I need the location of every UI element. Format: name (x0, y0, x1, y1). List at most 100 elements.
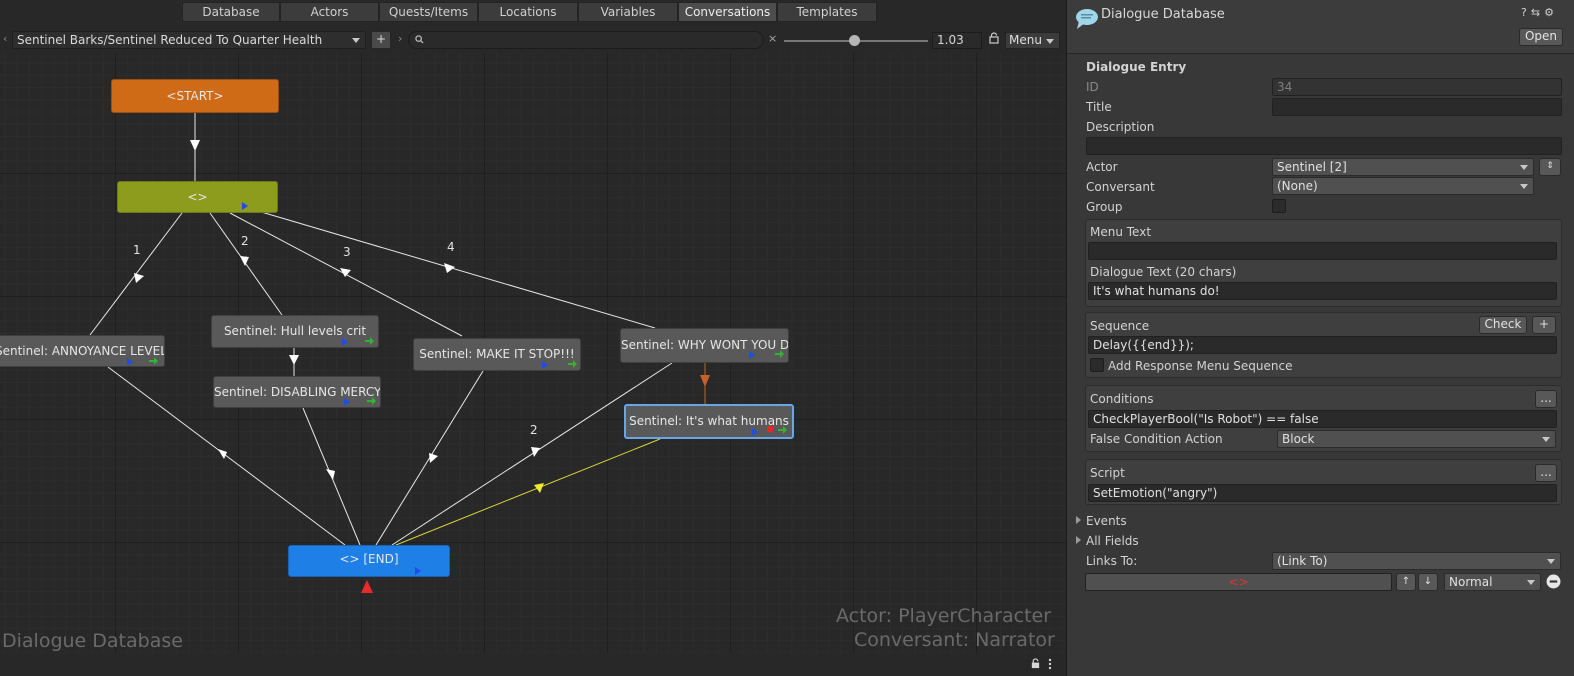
remove-link-icon[interactable] (1546, 574, 1561, 589)
clear-search-icon[interactable]: × (768, 32, 777, 45)
conditions-wizard-button[interactable]: ... (1535, 390, 1557, 408)
description-field[interactable] (1086, 137, 1562, 155)
actor-swap-button[interactable]: ⇕ (1539, 158, 1561, 176)
conversation-select[interactable]: Sentinel Barks/Sentinel Reduced To Quart… (12, 31, 366, 49)
menu-text-field[interactable] (1088, 242, 1557, 260)
link-entry-button[interactable]: <> (1085, 573, 1392, 591)
arrow-1 (134, 273, 144, 283)
link-4 (257, 210, 656, 329)
check-button[interactable]: Check (1479, 316, 1527, 334)
tab-templates[interactable]: Templates (777, 2, 877, 22)
link-why-end (391, 362, 673, 546)
links-to-dropdown[interactable]: (Link To) (1272, 552, 1561, 570)
zoom-slider-handle[interactable] (849, 35, 860, 46)
tab-locations[interactable]: Locations (478, 2, 578, 22)
links-to-value: (Link To) (1277, 554, 1328, 568)
priority-dropdown[interactable]: Normal (1444, 573, 1541, 591)
open-button[interactable]: Open (1519, 28, 1563, 46)
node-make-it-stop[interactable]: Sentinel: MAKE IT STOP!!! (413, 338, 581, 371)
node-label: Sentinel: MAKE IT STOP!!! (419, 347, 575, 361)
conversation-editor: Database Actors Quests/Items Locations V… (0, 0, 1066, 676)
group-label: Group (1086, 200, 1123, 214)
preset-icon[interactable]: ⇆ (1531, 6, 1544, 19)
tab-database[interactable]: Database (182, 2, 280, 22)
add-conversation-button[interactable]: + (371, 31, 391, 49)
arrow-mercy-end (326, 469, 335, 480)
inspector-header: Dialogue Database ?⇆⚙ Open (1067, 0, 1574, 54)
node-annoyance-levels[interactable]: Sentinel: ANNOYANCE LEVELS (0, 335, 165, 367)
sequence-section: Sequence Check + Delay({{end}}); Add Res… (1085, 312, 1562, 378)
output-marker-icon (749, 351, 755, 359)
arrow-right-icon (775, 350, 784, 358)
back-arrow-icon[interactable]: ‹ (3, 32, 7, 45)
node-its-what-humans-selected[interactable]: Sentinel: It's what humans (624, 404, 794, 439)
forward-arrow-icon[interactable]: › (398, 32, 402, 45)
node-canvas[interactable]: 1 2 3 4 2 <START> <> Sentinel: ANNOYANCE… (0, 53, 1066, 653)
tab-conversations[interactable]: Conversations (678, 2, 777, 22)
text-section: Menu Text Dialogue Text (20 chars) It's … (1085, 219, 1562, 307)
node-label: Sentinel: ANNOYANCE LEVELS (0, 344, 165, 358)
group-checkbox[interactable] (1272, 199, 1286, 213)
chevron-down-icon (352, 38, 360, 43)
actor-label: Actor (1086, 160, 1118, 174)
description-label: Description (1086, 120, 1155, 134)
inspector-panel: Dialogue Database ?⇆⚙ Open Dialogue Entr… (1066, 0, 1574, 676)
tab-variables[interactable]: Variables (578, 2, 678, 22)
conditions-field[interactable]: CheckPlayerBool("Is Robot") == false (1088, 410, 1557, 428)
search-input[interactable] (408, 31, 764, 49)
arrow-right-icon (149, 357, 158, 365)
output-marker-icon (542, 361, 548, 369)
all-fields-foldout[interactable]: All Fields (1076, 534, 1139, 548)
chevron-down-icon (1520, 184, 1528, 189)
inspector-title: Dialogue Database (1101, 7, 1225, 22)
false-condition-dropdown[interactable]: Block (1277, 430, 1556, 448)
menu-dropdown[interactable]: Menu (1005, 32, 1060, 49)
actor-dropdown[interactable]: Sentinel [2] (1272, 158, 1534, 176)
false-condition-value: Block (1282, 432, 1315, 446)
link-number-3: 3 (343, 245, 351, 259)
start-node[interactable]: <START> (111, 79, 279, 113)
tab-bar: Database Actors Quests/Items Locations V… (0, 0, 1066, 24)
script-field[interactable]: SetEmotion("angry") (1088, 484, 1557, 502)
arrow-right-icon (367, 397, 376, 405)
end-node[interactable]: <> [END] (288, 545, 450, 577)
conversant-value: (None) (1277, 179, 1318, 193)
node-why-wont-you-die[interactable]: Sentinel: WHY WONT YOU DIE (620, 328, 789, 363)
conversation-select-value: Sentinel Barks/Sentinel Reduced To Quart… (17, 33, 323, 47)
lock-icon[interactable] (1030, 658, 1041, 669)
node-disabling-mercy[interactable]: Sentinel: DISABLING MERCY (213, 376, 381, 408)
move-down-button[interactable]: ↓ (1418, 573, 1438, 591)
sequence-field[interactable]: Delay({{end}}); (1088, 336, 1557, 354)
tab-actors[interactable]: Actors (280, 2, 379, 22)
lock-icon[interactable] (988, 32, 1000, 44)
conditions-label: Conditions (1090, 392, 1154, 406)
zoom-field[interactable]: 1.03 (932, 32, 982, 49)
node-label: Sentinel: WHY WONT YOU DIE (621, 338, 789, 352)
title-field[interactable] (1272, 98, 1562, 116)
chevron-right-icon (1076, 536, 1081, 544)
node-label: Sentinel: Hull levels crit (223, 324, 367, 338)
help-icon[interactable]: ? (1521, 6, 1531, 19)
script-wizard-button[interactable]: ... (1535, 464, 1557, 482)
conversant-dropdown[interactable]: (None) (1272, 177, 1534, 195)
app-root: Database Actors Quests/Items Locations V… (0, 0, 1574, 676)
menu-label: Menu (1009, 33, 1042, 47)
link-number-1: 1 (133, 243, 141, 257)
more-options-icon[interactable] (1047, 658, 1053, 670)
add-response-checkbox[interactable] (1090, 358, 1104, 372)
gear-icon[interactable]: ⚙ (1544, 6, 1558, 19)
events-foldout[interactable]: Events (1076, 514, 1127, 528)
arrow-stop-end (429, 453, 438, 463)
move-up-button[interactable]: ↑ (1396, 573, 1416, 591)
dialogue-text-field[interactable]: It's what humans do! (1088, 282, 1557, 300)
output-marker-icon (127, 358, 133, 366)
all-fields-label: All Fields (1086, 534, 1139, 548)
link-marker-icon (767, 426, 773, 432)
tab-quests-items[interactable]: Quests/Items (379, 2, 478, 22)
add-response-label: Add Response Menu Sequence (1108, 359, 1293, 373)
link-number-5: 2 (530, 423, 538, 437)
start-node-label: <START> (166, 89, 224, 103)
node-hull-levels-crit[interactable]: Sentinel: Hull levels crit (211, 315, 379, 348)
group-node[interactable]: <> (117, 181, 278, 213)
add-sequence-button[interactable]: + (1532, 316, 1556, 334)
